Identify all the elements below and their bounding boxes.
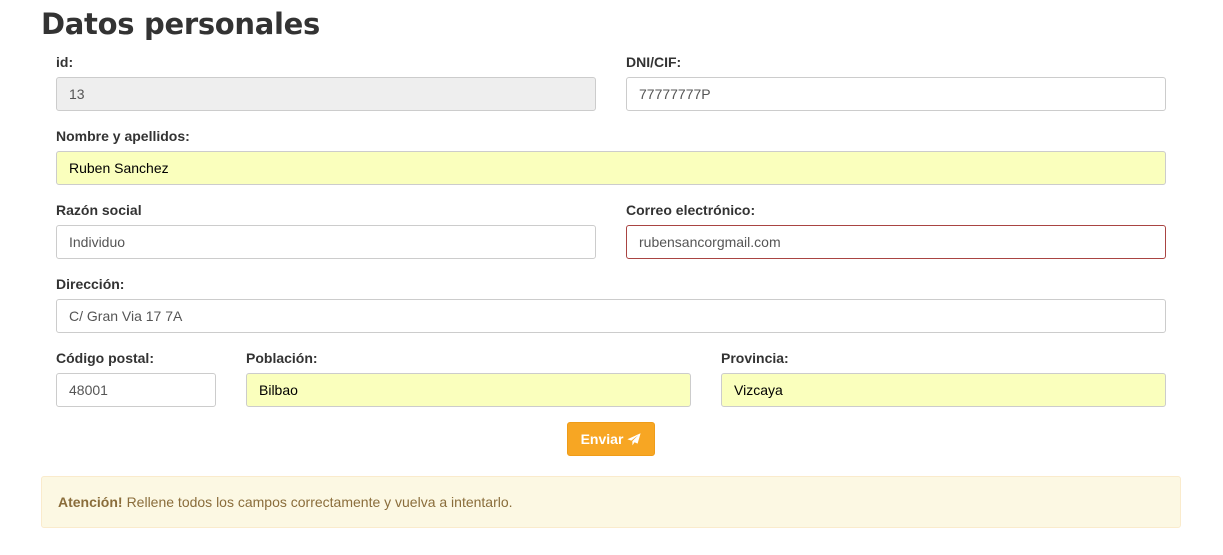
province-label: Provincia: [721, 350, 789, 366]
dni-label: DNI/CIF: [626, 54, 682, 70]
city-field[interactable] [246, 373, 691, 407]
name-field[interactable] [56, 151, 1166, 185]
submit-button[interactable]: Enviar [567, 422, 655, 456]
email-label: Correo electrónico: [626, 202, 756, 218]
address-label: Dirección: [56, 276, 125, 292]
paper-plane-icon [627, 432, 642, 446]
name-label: Nombre y apellidos: [56, 128, 190, 144]
dni-field[interactable] [626, 77, 1166, 111]
alert-message: Rellene todos los campos correctamente y… [126, 494, 513, 510]
email-field[interactable] [626, 225, 1166, 259]
id-label: id: [56, 54, 74, 70]
address-field[interactable] [56, 299, 1166, 333]
business-name-label: Razón social [56, 202, 142, 218]
submit-button-label: Enviar [580, 431, 624, 447]
page-title: Datos personales [41, 7, 320, 41]
alert-title: Atención! [58, 494, 123, 510]
postal-code-label: Código postal: [56, 350, 154, 366]
id-field[interactable] [56, 77, 596, 111]
city-label: Población: [246, 350, 318, 366]
business-name-field[interactable] [56, 225, 596, 259]
warning-alert: Atención! Rellene todos los campos corre… [41, 476, 1181, 528]
postal-code-field[interactable] [56, 373, 216, 407]
province-field[interactable] [721, 373, 1166, 407]
